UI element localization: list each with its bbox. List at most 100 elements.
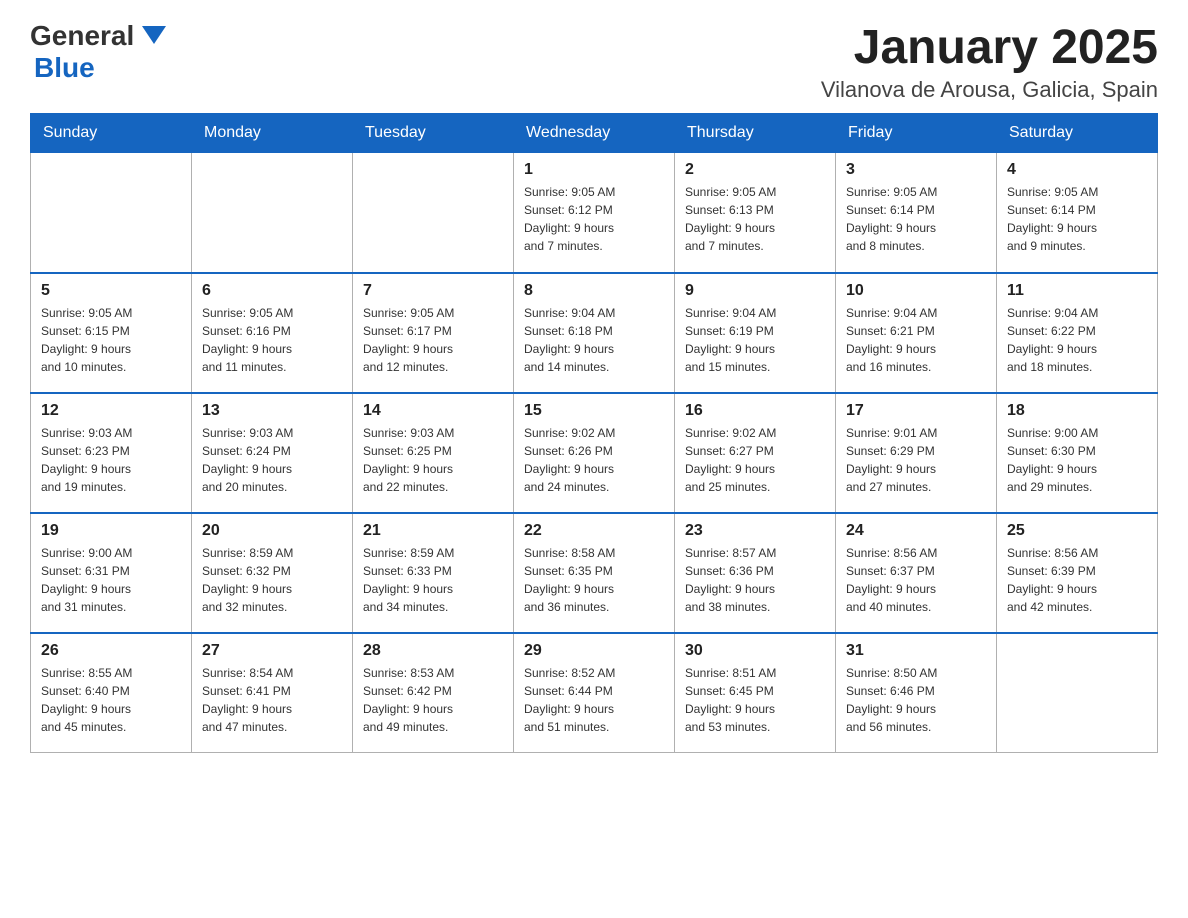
- logo-triangle-icon: [140, 24, 168, 46]
- day-number: 19: [41, 522, 181, 540]
- day-number: 20: [202, 522, 342, 540]
- day-info: Sunrise: 9:04 AM Sunset: 6:19 PM Dayligh…: [685, 304, 825, 376]
- day-number: 7: [363, 282, 503, 300]
- calendar-cell: 30Sunrise: 8:51 AM Sunset: 6:45 PM Dayli…: [675, 633, 836, 753]
- day-info: Sunrise: 8:50 AM Sunset: 6:46 PM Dayligh…: [846, 664, 986, 736]
- calendar-table: SundayMondayTuesdayWednesdayThursdayFrid…: [30, 113, 1158, 753]
- day-number: 22: [524, 522, 664, 540]
- calendar-cell: 5 Sunrise: 9:05 AM Sunset: 6:15 PM Daylig…: [31, 273, 192, 393]
- day-number: 25: [1007, 522, 1147, 540]
- day-number: 2: [685, 161, 825, 179]
- day-info: Sunrise: 9:03 AM Sunset: 6:25 PM Dayligh…: [363, 424, 503, 496]
- day-info: Sunrise: 9:05 AM Sunset: 6:15 PM Dayligh…: [41, 304, 181, 376]
- calendar-cell: 17 Sunrise: 9:01 AM Sunset: 6:29 PM Dayli…: [836, 393, 997, 513]
- day-info: Sunrise: 8:59 AM Sunset: 6:33 PM Dayligh…: [363, 544, 503, 616]
- calendar-cell: 15 Sunrise: 9:02 AM Sunset: 6:26 PM Dayli…: [514, 393, 675, 513]
- calendar-cell: 9 Sunrise: 9:04 AM Sunset: 6:19 PM Daylig…: [675, 273, 836, 393]
- logo-blue-text: Blue: [34, 52, 95, 84]
- calendar-cell: 24Sunrise: 8:56 AM Sunset: 6:37 PM Dayli…: [836, 513, 997, 633]
- day-info: Sunrise: 8:52 AM Sunset: 6:44 PM Dayligh…: [524, 664, 664, 736]
- day-info: Sunrise: 9:00 AM Sunset: 6:31 PM Dayligh…: [41, 544, 181, 616]
- day-number: 29: [524, 642, 664, 660]
- day-number: 18: [1007, 402, 1147, 420]
- logo-general-text: General: [30, 20, 134, 52]
- weekday-header-wednesday: Wednesday: [514, 114, 675, 153]
- calendar-cell: 12 Sunrise: 9:03 AM Sunset: 6:23 PM Dayli…: [31, 393, 192, 513]
- calendar-cell: 25 Sunrise: 8:56 AM Sunset: 6:39 PM Dayli…: [997, 513, 1158, 633]
- weekday-header-saturday: Saturday: [997, 114, 1158, 153]
- day-info: Sunrise: 8:58 AM Sunset: 6:35 PM Dayligh…: [524, 544, 664, 616]
- day-number: 4: [1007, 161, 1147, 179]
- calendar-cell: 23Sunrise: 8:57 AM Sunset: 6:36 PM Dayli…: [675, 513, 836, 633]
- day-number: 3: [846, 161, 986, 179]
- day-info: Sunrise: 8:54 AM Sunset: 6:41 PM Dayligh…: [202, 664, 342, 736]
- calendar-cell: 4Sunrise: 9:05 AM Sunset: 6:14 PM Daylig…: [997, 153, 1158, 273]
- day-number: 17: [846, 402, 986, 420]
- week-row-4: 19 Sunrise: 9:00 AM Sunset: 6:31 PM Dayli…: [31, 513, 1158, 633]
- calendar-cell: 26Sunrise: 8:55 AM Sunset: 6:40 PM Dayli…: [31, 633, 192, 753]
- day-info: Sunrise: 8:59 AM Sunset: 6:32 PM Dayligh…: [202, 544, 342, 616]
- calendar-cell: 6 Sunrise: 9:05 AM Sunset: 6:16 PM Daylig…: [192, 273, 353, 393]
- calendar-cell: 31 Sunrise: 8:50 AM Sunset: 6:46 PM Dayli…: [836, 633, 997, 753]
- day-info: Sunrise: 9:05 AM Sunset: 6:16 PM Dayligh…: [202, 304, 342, 376]
- day-number: 11: [1007, 282, 1147, 300]
- weekday-header-friday: Friday: [836, 114, 997, 153]
- day-number: 10: [846, 282, 986, 300]
- calendar-cell: 21 Sunrise: 8:59 AM Sunset: 6:33 PM Dayli…: [353, 513, 514, 633]
- day-number: 16: [685, 402, 825, 420]
- weekday-header-sunday: Sunday: [31, 114, 192, 153]
- calendar-cell: [192, 153, 353, 273]
- day-info: Sunrise: 9:05 AM Sunset: 6:17 PM Dayligh…: [363, 304, 503, 376]
- day-number: 8: [524, 282, 664, 300]
- day-number: 31: [846, 642, 986, 660]
- day-info: Sunrise: 9:01 AM Sunset: 6:29 PM Dayligh…: [846, 424, 986, 496]
- day-number: 30: [685, 642, 825, 660]
- day-info: Sunrise: 8:55 AM Sunset: 6:40 PM Dayligh…: [41, 664, 181, 736]
- day-info: Sunrise: 8:57 AM Sunset: 6:36 PM Dayligh…: [685, 544, 825, 616]
- calendar-cell: 18 Sunrise: 9:00 AM Sunset: 6:30 PM Dayli…: [997, 393, 1158, 513]
- day-info: Sunrise: 8:53 AM Sunset: 6:42 PM Dayligh…: [363, 664, 503, 736]
- logo: General Blue: [30, 20, 168, 84]
- day-number: 21: [363, 522, 503, 540]
- day-number: 5: [41, 282, 181, 300]
- day-info: Sunrise: 9:05 AM Sunset: 6:12 PM Dayligh…: [524, 183, 664, 255]
- day-info: Sunrise: 9:03 AM Sunset: 6:23 PM Dayligh…: [41, 424, 181, 496]
- day-number: 6: [202, 282, 342, 300]
- day-info: Sunrise: 8:56 AM Sunset: 6:39 PM Dayligh…: [1007, 544, 1147, 616]
- calendar-cell: 16 Sunrise: 9:02 AM Sunset: 6:27 PM Dayli…: [675, 393, 836, 513]
- day-number: 15: [524, 402, 664, 420]
- week-row-1: 1 Sunrise: 9:05 AM Sunset: 6:12 PM Daylig…: [31, 153, 1158, 273]
- calendar-cell: 1 Sunrise: 9:05 AM Sunset: 6:12 PM Daylig…: [514, 153, 675, 273]
- calendar-cell: [353, 153, 514, 273]
- day-info: Sunrise: 9:02 AM Sunset: 6:26 PM Dayligh…: [524, 424, 664, 496]
- weekday-header-tuesday: Tuesday: [353, 114, 514, 153]
- month-title: January 2025: [821, 20, 1158, 75]
- day-number: 9: [685, 282, 825, 300]
- day-number: 1: [524, 161, 664, 179]
- calendar-cell: 2 Sunrise: 9:05 AM Sunset: 6:13 PM Daylig…: [675, 153, 836, 273]
- weekday-header-thursday: Thursday: [675, 114, 836, 153]
- day-info: Sunrise: 9:03 AM Sunset: 6:24 PM Dayligh…: [202, 424, 342, 496]
- day-info: Sunrise: 9:04 AM Sunset: 6:18 PM Dayligh…: [524, 304, 664, 376]
- calendar-cell: 13 Sunrise: 9:03 AM Sunset: 6:24 PM Dayli…: [192, 393, 353, 513]
- week-row-3: 12 Sunrise: 9:03 AM Sunset: 6:23 PM Dayli…: [31, 393, 1158, 513]
- day-number: 14: [363, 402, 503, 420]
- calendar-cell: 7 Sunrise: 9:05 AM Sunset: 6:17 PM Daylig…: [353, 273, 514, 393]
- day-info: Sunrise: 8:56 AM Sunset: 6:37 PM Dayligh…: [846, 544, 986, 616]
- calendar-cell: 10 Sunrise: 9:04 AM Sunset: 6:21 PM Dayli…: [836, 273, 997, 393]
- day-info: Sunrise: 9:05 AM Sunset: 6:13 PM Dayligh…: [685, 183, 825, 255]
- day-info: Sunrise: 9:00 AM Sunset: 6:30 PM Dayligh…: [1007, 424, 1147, 496]
- day-info: Sunrise: 9:04 AM Sunset: 6:21 PM Dayligh…: [846, 304, 986, 376]
- calendar-cell: 20 Sunrise: 8:59 AM Sunset: 6:32 PM Dayli…: [192, 513, 353, 633]
- calendar-cell: 29 Sunrise: 8:52 AM Sunset: 6:44 PM Dayli…: [514, 633, 675, 753]
- day-info: Sunrise: 9:02 AM Sunset: 6:27 PM Dayligh…: [685, 424, 825, 496]
- calendar-cell: 27Sunrise: 8:54 AM Sunset: 6:41 PM Dayli…: [192, 633, 353, 753]
- header: General Blue January 2025 Vilanova de Ar…: [30, 20, 1158, 103]
- title-area: January 2025 Vilanova de Arousa, Galicia…: [821, 20, 1158, 103]
- day-number: 13: [202, 402, 342, 420]
- calendar-cell: 11 Sunrise: 9:04 AM Sunset: 6:22 PM Dayli…: [997, 273, 1158, 393]
- location-title: Vilanova de Arousa, Galicia, Spain: [821, 77, 1158, 103]
- calendar-cell: 8 Sunrise: 9:04 AM Sunset: 6:18 PM Daylig…: [514, 273, 675, 393]
- day-number: 12: [41, 402, 181, 420]
- day-info: Sunrise: 9:04 AM Sunset: 6:22 PM Dayligh…: [1007, 304, 1147, 376]
